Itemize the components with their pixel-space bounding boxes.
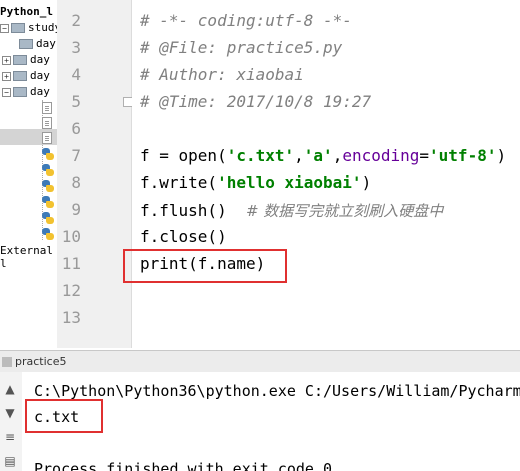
folder-icon [11,23,25,33]
collapse-icon[interactable]: − [0,23,9,33]
tree-file[interactable] [38,116,57,130]
python-file-icon [42,196,54,208]
tree-file[interactable] [38,195,57,209]
project-panel: Python_l − study day + day + day − day Exter… [0,0,58,348]
highlight-box-code [123,249,287,283]
python-file-icon [42,212,54,224]
line-number: 7 [71,146,81,165]
expand-icon[interactable]: + [2,71,11,81]
tree-item-day-2[interactable]: + day [2,52,50,68]
folder-icon [13,55,27,65]
folder-icon [13,71,27,81]
scroll-down-icon[interactable]: ▼ [3,406,17,420]
text-file-icon [42,132,52,144]
line-number: 8 [71,173,81,192]
code-line-9: f.flush() # 数据写完就立刻刷入硬盘中 [140,201,444,220]
tree-file[interactable] [38,101,57,115]
python-file-icon [42,180,54,192]
folder-icon [13,87,27,97]
print-icon[interactable]: ▤ [3,454,17,468]
tree-file[interactable] [38,163,57,177]
tree-item-day-4[interactable]: − day [2,84,50,100]
text-file-icon [42,102,52,114]
expand-icon[interactable]: + [2,55,11,65]
line-number: 2 [71,11,81,30]
line-number: 3 [71,38,81,57]
tree-file[interactable] [38,147,57,161]
code-line-4: # Author: xiaobai [140,65,304,84]
tree-item-study[interactable]: − study [0,20,57,36]
scroll-up-icon[interactable]: ▲ [3,382,17,396]
tree-file[interactable] [38,179,57,193]
text-file-icon [42,117,52,129]
run-tab[interactable]: practice5 [2,355,66,368]
code-line-8: f.write('hello xiaobai') [140,173,372,192]
run-panel-header: practice5 [0,350,520,374]
console-line-command: C:\Python\Python36\python.exe C:/Users/W… [34,382,520,400]
run-config-icon [2,357,12,367]
line-number: 5 [71,92,81,111]
code-line-2: # -*- coding:utf-8 -*- [140,11,352,30]
python-file-icon [42,228,54,240]
code-line-3: # @File: practice5.py [140,38,343,57]
project-root[interactable]: Python_l [0,4,53,20]
code-editor[interactable]: # -*- coding:utf-8 -*- # @File: practice… [132,0,520,348]
external-libraries[interactable]: External l [0,244,57,270]
python-file-icon [42,164,54,176]
soft-wrap-icon[interactable]: ≡ [3,430,17,444]
folder-icon [19,39,33,49]
collapse-icon[interactable]: − [2,87,11,97]
run-toolbar: ▲ ▼ ≡ ▤ [0,372,23,471]
line-number: 6 [71,119,81,138]
python-file-icon [42,148,54,160]
code-line-10: f.close() [140,227,227,246]
code-line-7: f = open('c.txt','a',encoding='utf-8') [140,146,507,165]
line-number: 4 [71,65,81,84]
code-line-5: # @Time: 2017/10/8 19:27 [140,92,372,111]
console-line-exit: Process finished with exit code 0 [34,460,333,471]
tree-item-day-3[interactable]: + day [2,68,50,84]
line-number: 9 [71,200,81,219]
line-number-gutter: 2 3 4 5 6 7 8 9 10 11 12 13 [57,0,133,348]
line-number: 13 [61,308,81,327]
tree-file[interactable] [38,211,57,225]
tree-file[interactable] [38,131,57,145]
line-number: 12 [61,281,81,300]
tree-item-day-1[interactable]: day [8,36,56,52]
line-number: 11 [61,254,81,273]
highlight-box-output [25,399,103,433]
tree-file[interactable] [38,227,57,241]
line-number: 10 [61,227,81,246]
